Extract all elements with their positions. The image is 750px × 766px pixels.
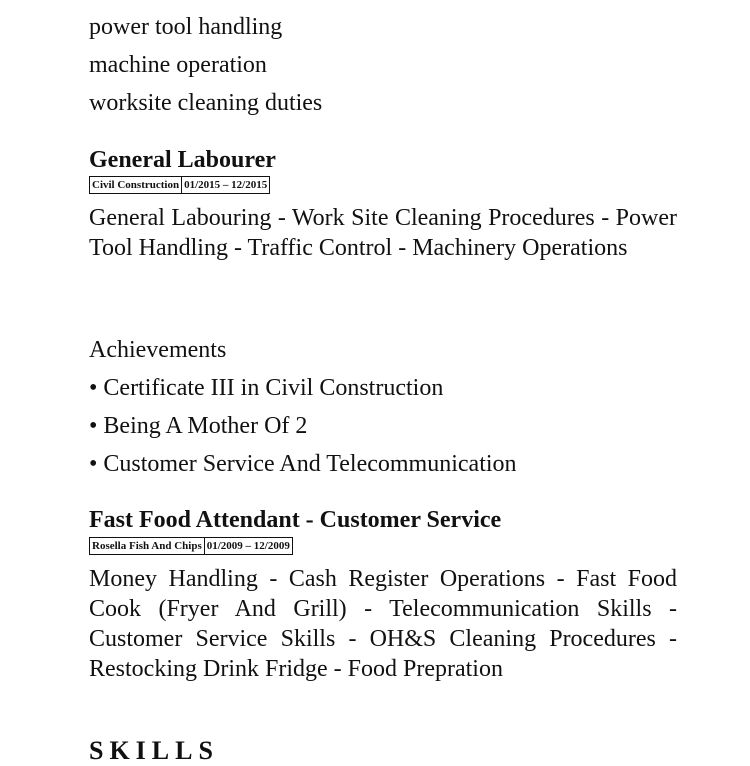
- company-tag: Civil Construction: [89, 176, 183, 194]
- achievement-item: • Customer Service And Telecommunication: [89, 451, 517, 477]
- job-title: Fast Food Attendant - Customer Service: [89, 507, 502, 533]
- achievement-item: • Being A Mother Of 2: [89, 413, 308, 439]
- duty-item: power tool handling: [89, 14, 283, 40]
- achievement-item: • Certificate III in Civil Construction: [89, 375, 444, 401]
- job-title: General Labourer: [89, 147, 276, 173]
- job-meta: Rosella Fish And Chips 01/2009 – 12/2009: [89, 537, 293, 555]
- job-description: General Labouring - Work Site Cleaning P…: [89, 205, 677, 261]
- achievements-heading: Achievements: [89, 337, 227, 363]
- duty-item: machine operation: [89, 52, 267, 78]
- job-meta: Civil Construction 01/2015 – 12/2015: [89, 176, 271, 194]
- company-tag: Rosella Fish And Chips: [89, 537, 205, 555]
- job-description: Money Handling - Cash Register Operation…: [89, 566, 677, 682]
- dates-tag: 01/2009 – 12/2009: [203, 537, 293, 555]
- dates-tag: 01/2015 – 12/2015: [181, 176, 271, 194]
- duty-item: worksite cleaning duties: [89, 90, 323, 116]
- skills-heading: SKILLS: [89, 736, 219, 765]
